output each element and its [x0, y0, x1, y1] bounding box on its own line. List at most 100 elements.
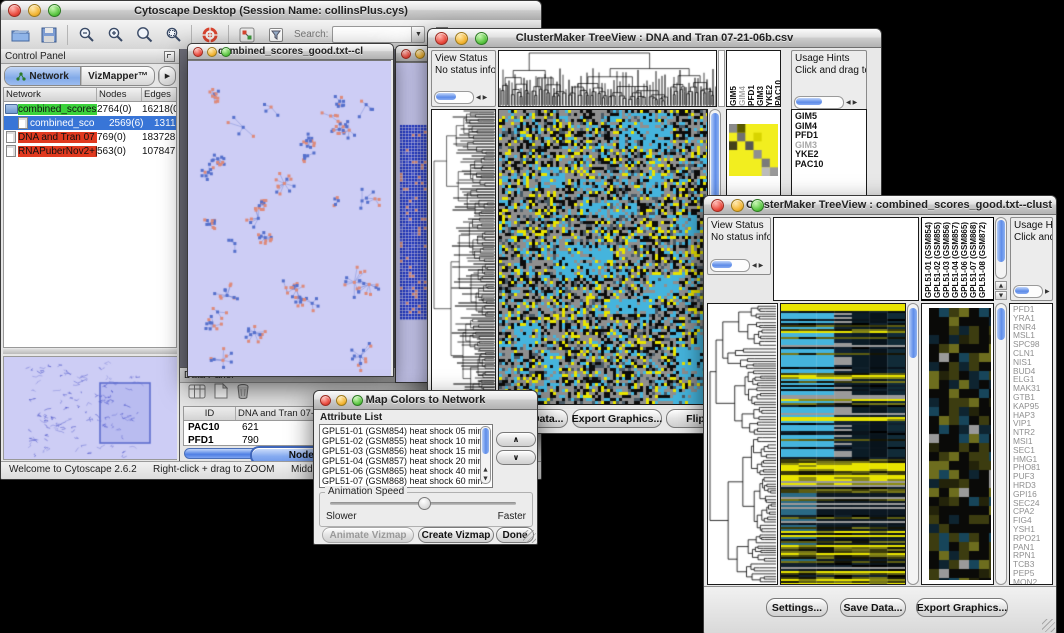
tab-network[interactable]: Network: [5, 67, 81, 85]
array-label[interactable]: GPL51-06 (GSM865): [960, 222, 969, 298]
attribute-item[interactable]: GPL51-02 (GSM855) heat shock 10 min: [322, 436, 492, 446]
scroll-left-icon[interactable]: ◀: [846, 99, 851, 107]
animate-vizmap-button[interactable]: Animate Vizmap: [322, 527, 414, 543]
zoom-window-icon[interactable]: [352, 395, 363, 406]
network-row[interactable]: combined_sco 2569(6) 13112(15): [4, 116, 176, 130]
array-label[interactable]: GIM4: [738, 86, 747, 106]
close-icon[interactable]: [711, 199, 724, 212]
tv1-column-labels[interactable]: GIM5GIM4PFD1GIM3YKE2PAC10: [726, 50, 781, 107]
tv1-usage-hscrollbar[interactable]: ◀ ▶: [794, 96, 857, 109]
network-view-titlebar[interactable]: combined_scores_good.txt--cluste...: [188, 44, 393, 60]
zoom-window-icon[interactable]: [221, 47, 231, 57]
tv2-status-hscrollbar[interactable]: ◀ ▶: [710, 259, 763, 272]
scroll-right-icon[interactable]: ▶: [1045, 288, 1050, 296]
col-network[interactable]: Network: [4, 88, 97, 101]
array-label[interactable]: GPL51-08 (GSM872): [978, 222, 987, 298]
attribute-list-vscrollbar[interactable]: ▲ ▼: [480, 426, 491, 484]
search-dropdown-icon[interactable]: ▼: [411, 26, 425, 43]
close-icon[interactable]: [8, 4, 21, 17]
scroll-down-icon[interactable]: ▼: [995, 291, 1007, 300]
scroll-right-icon[interactable]: ▶: [483, 94, 488, 102]
minimize-icon[interactable]: [731, 199, 744, 212]
attribute-item[interactable]: GPL51-07 (GSM868) heat shock 60 min: [322, 476, 492, 486]
array-label[interactable]: GIM3: [756, 86, 765, 106]
tv2-settings-button[interactable]: Settings...: [766, 598, 828, 617]
dialog-titlebar[interactable]: Map Colors to Network: [314, 391, 537, 410]
close-icon[interactable]: [435, 32, 448, 45]
scroll-left-icon[interactable]: ◀: [476, 94, 481, 102]
tv1-submatrix-canvas[interactable]: [729, 124, 778, 176]
select-attributes-icon[interactable]: [188, 384, 206, 404]
minimize-icon[interactable]: [415, 49, 425, 59]
attribute-item[interactable]: GPL51-06 (GSM865) heat shock 40 min: [322, 466, 492, 476]
tv2-array-labels[interactable]: GPL51-01 (GSM854)GPL51-02 (GSM855)GPL51-…: [921, 217, 994, 301]
array-label[interactable]: YKE2: [765, 85, 774, 106]
resize-grip[interactable]: [523, 530, 536, 543]
tv2-label-vscrollbar[interactable]: [995, 217, 1007, 279]
array-label[interactable]: GPL51-03 (GSM856): [942, 222, 951, 298]
tv2-export-graphics-button[interactable]: Export Graphics...: [916, 598, 1008, 617]
tv2-rowdendro-canvas[interactable]: [708, 304, 777, 584]
delete-attribute-icon[interactable]: [236, 383, 250, 404]
scroll-up-icon[interactable]: ▲: [995, 281, 1007, 290]
tv1-column-dendrogram[interactable]: [498, 50, 717, 107]
close-icon[interactable]: [401, 49, 411, 59]
tv2-zoom-vscrollbar[interactable]: [995, 303, 1007, 585]
col-id[interactable]: ID: [184, 407, 236, 420]
attribute-list[interactable]: GPL51-01 (GSM854) heat shock 05 minGPL51…: [319, 424, 493, 488]
tv2-heatmap[interactable]: [780, 303, 906, 585]
col-edges[interactable]: Edges: [142, 88, 176, 101]
create-vizmap-button[interactable]: Create Vizmap: [418, 527, 494, 543]
scroll-down-icon[interactable]: ▼: [481, 474, 490, 483]
scroll-left-icon[interactable]: ◀: [752, 262, 757, 270]
overview-canvas[interactable]: [4, 357, 177, 459]
array-label[interactable]: PFD1: [747, 85, 756, 106]
attribute-item[interactable]: GPL51-04 (GSM857) heat shock 20 min: [322, 456, 492, 466]
zoom-fit-icon[interactable]: [133, 24, 155, 46]
close-icon[interactable]: [320, 395, 331, 406]
scroll-right-icon[interactable]: ▶: [759, 262, 764, 270]
new-attribute-icon[interactable]: [214, 383, 228, 404]
tv1-rowdendro-canvas[interactable]: [432, 110, 495, 404]
array-label[interactable]: GPL51-04 (GSM857): [951, 222, 960, 298]
tv2-usage-hscrollbar[interactable]: ▶: [1013, 285, 1050, 298]
tv2-save-data-button[interactable]: Save Data...: [840, 598, 906, 617]
close-icon[interactable]: [193, 47, 203, 57]
array-label[interactable]: GIM5: [729, 86, 738, 106]
attribute-item[interactable]: GPL51-01 (GSM854) heat shock 05 min: [322, 426, 492, 436]
speed-slider-thumb[interactable]: [418, 497, 431, 510]
col-nodes[interactable]: Nodes: [97, 88, 142, 101]
gene-label[interactable]: PAC10: [795, 160, 866, 170]
panel-splitter[interactable]: [3, 349, 177, 354]
tv1-heatmap-canvas[interactable]: [499, 110, 707, 404]
tv1-heatmap[interactable]: [498, 109, 708, 405]
tv2-vscrollbar[interactable]: [907, 303, 919, 585]
minimize-icon[interactable]: [336, 395, 347, 406]
tab-overflow-button[interactable]: ▶: [159, 67, 175, 85]
tv1-export-graphics-button[interactable]: Export Graphics...: [572, 409, 662, 428]
zoom-out-icon[interactable]: [75, 24, 97, 46]
move-down-button[interactable]: ∨: [496, 450, 536, 465]
network-row[interactable]: RNAPuberNov2+| 563(0) 107847(0): [4, 144, 176, 158]
network-row[interactable]: combined_scores 2764(0) 16218(0): [4, 102, 176, 116]
network-table-header[interactable]: Network Nodes Edges: [4, 88, 176, 102]
float-panel-icon[interactable]: [164, 51, 175, 62]
tv2-column-dendrogram[interactable]: [773, 217, 919, 301]
array-label[interactable]: PAC10: [774, 80, 780, 106]
minimize-icon[interactable]: [207, 47, 217, 57]
tv2-row-dendrogram[interactable]: [707, 303, 778, 585]
zoom-window-icon[interactable]: [48, 4, 61, 17]
tv2-submatrix-canvas[interactable]: [929, 308, 991, 580]
move-up-button[interactable]: ∧: [496, 432, 536, 447]
tv2-heatmap-canvas[interactable]: [781, 304, 905, 584]
treeview1-titlebar[interactable]: ClusterMaker TreeView : DNA and Tran 07-…: [428, 29, 881, 48]
zoom-window-icon[interactable]: [751, 199, 764, 212]
network-row[interactable]: DNA and Tran 07 769(0) 183728(0): [4, 130, 176, 144]
network-canvas[interactable]: [188, 60, 391, 377]
minimize-icon[interactable]: [28, 4, 41, 17]
network-overview[interactable]: [3, 356, 177, 460]
cytoscape-titlebar[interactable]: Cytoscape Desktop (Session Name: collins…: [1, 1, 541, 21]
attribute-item[interactable]: GPL51-03 (GSM856) heat shock 15 min: [322, 446, 492, 456]
tv1-row-dendrogram[interactable]: [431, 109, 496, 405]
zoom-selected-icon[interactable]: [162, 24, 184, 46]
